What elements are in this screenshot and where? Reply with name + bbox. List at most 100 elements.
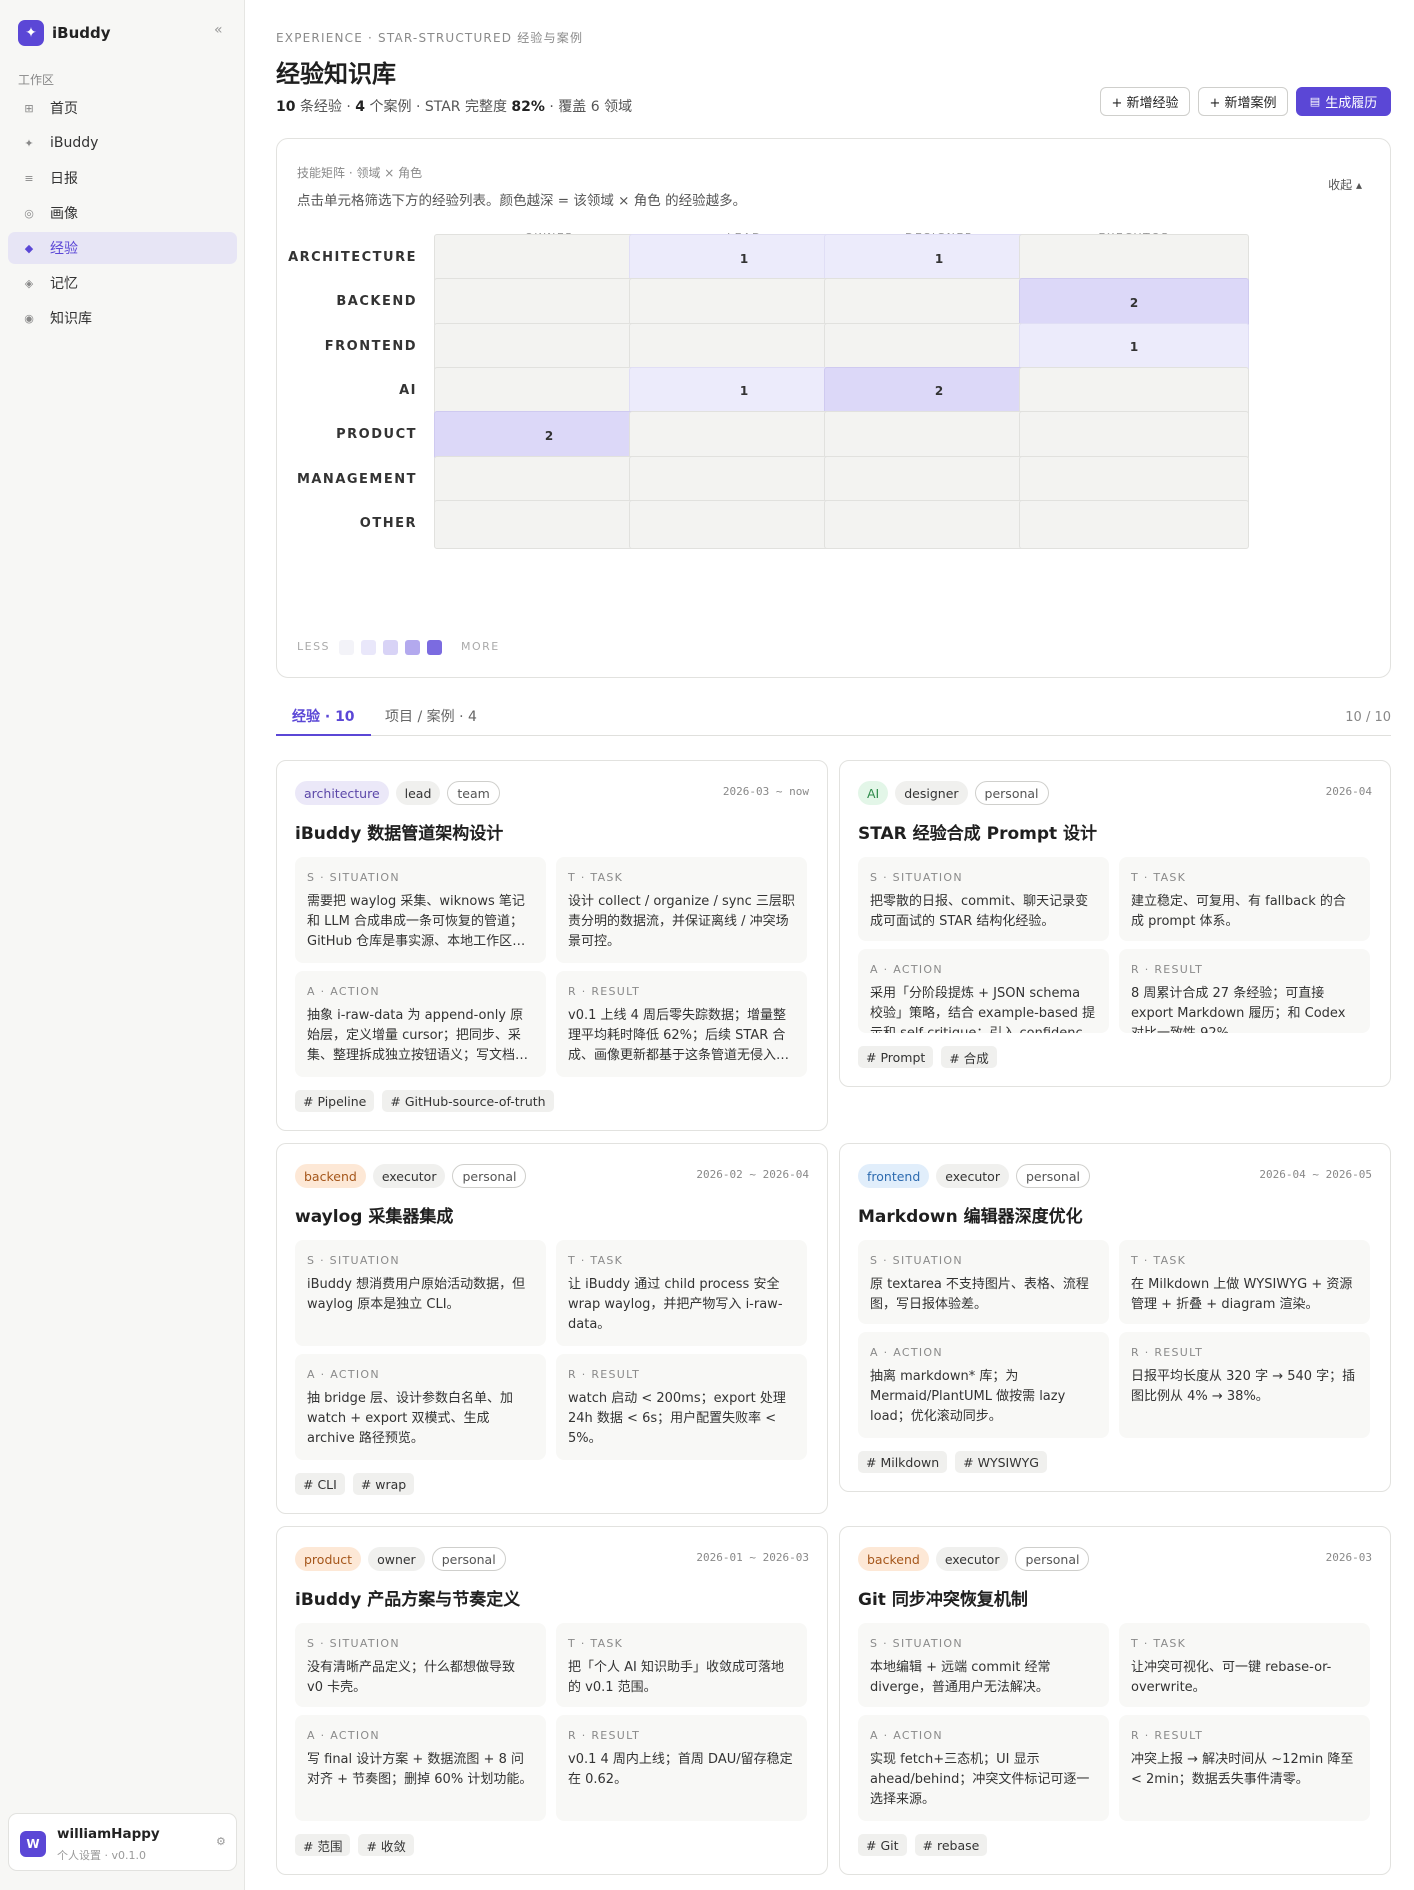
card-title[interactable]: iBuddy 数据管道架构设计 bbox=[295, 819, 503, 844]
star-s-box: S · SITUATION 把零散的日报、commit、聊天记录变成可面试的 ST… bbox=[858, 857, 1109, 941]
star-t-text: 在 Milkdown 上做 WYSIWYG + 资源管理 + 折叠 + diag… bbox=[1131, 1277, 1353, 1312]
star-a-box: A · ACTION 采用「分阶段提炼 + JSON schema 校验」策略，结… bbox=[858, 949, 1109, 1033]
experience-card[interactable]: product owner personal 2026-01 ~ 2026-03 iBu… bbox=[276, 1526, 828, 1875]
experience-card[interactable]: backend executor personal 2026-02 ~ 2026-04… bbox=[276, 1143, 828, 1514]
card-hashtags: # Milkdown # WYSIWYG bbox=[858, 1451, 1047, 1473]
domain-badge[interactable]: product bbox=[295, 1547, 362, 1571]
matrix-cell[interactable] bbox=[1019, 366, 1249, 416]
card-title[interactable]: Markdown 编辑器深度优化 bbox=[858, 1202, 1083, 1227]
star-t-text: 建立稳定、可复用、有 fallback 的合成 prompt 体系。 bbox=[1131, 894, 1346, 929]
star-r-label: R · RESULT bbox=[568, 1368, 641, 1381]
hashtag[interactable]: # Pipeline bbox=[295, 1090, 375, 1112]
card-tags: AI designer personal bbox=[858, 781, 1049, 805]
sidebar-item-0[interactable]: ⊞ 首页 bbox=[8, 92, 237, 124]
hashtag[interactable]: # 范围 bbox=[295, 1834, 351, 1856]
card-date: 2026-04 bbox=[1325, 785, 1372, 798]
sidebar-item-6[interactable]: ◉ 知识库 bbox=[8, 302, 237, 334]
star-a-box: A · ACTION 抽象 i-raw-data 为 append-only 原始… bbox=[295, 971, 546, 1077]
scope-badge[interactable]: personal bbox=[1015, 1547, 1090, 1571]
matrix-collapse-button[interactable]: 收起 ▴ bbox=[1328, 176, 1362, 193]
domain-badge[interactable]: backend bbox=[295, 1164, 366, 1188]
tab-projects[interactable]: 项目 / 案例 · 4 bbox=[385, 706, 477, 736]
hashtag[interactable]: # rebase bbox=[914, 1834, 988, 1856]
tab-experience[interactable]: 经验 · 10 bbox=[276, 706, 371, 736]
user-card[interactable]: W williamHappy 个人设置 · v0.1.0 ⚙ bbox=[8, 1813, 237, 1871]
legend-swatch bbox=[405, 640, 420, 655]
star-s-box: S · SITUATION 原 textarea 不支持图片、表格、流程图，写日报… bbox=[858, 1240, 1109, 1324]
hashtag[interactable]: # wrap bbox=[352, 1473, 415, 1495]
star-s-box: S · SITUATION 本地编辑 + 远端 commit 经常 diverge… bbox=[858, 1623, 1109, 1707]
star-s-box: S · SITUATION 没有清晰产品定义；什么都想做导致 v0 卡壳。 bbox=[295, 1623, 546, 1707]
scope-badge[interactable]: personal bbox=[974, 781, 1049, 805]
sparkle-logo-icon: ✦ bbox=[18, 20, 44, 46]
role-badge[interactable]: designer bbox=[895, 781, 968, 805]
card-date: 2026-03 bbox=[1325, 1551, 1372, 1564]
card-title[interactable]: waylog 采集器集成 bbox=[295, 1202, 453, 1227]
result-count: 10 / 10 bbox=[1345, 710, 1391, 725]
star-a-box: A · ACTION 写 final 设计方案 + 数据流图 + 8 问对齐 + … bbox=[295, 1715, 546, 1821]
role-badge[interactable]: executor bbox=[372, 1164, 446, 1188]
skill-matrix: 技能矩阵 · 领域 × 角色 点击单元格筛选下方的经验列表。颜色越深 = 该领域… bbox=[276, 138, 1391, 678]
matrix-cell[interactable] bbox=[1019, 234, 1249, 283]
matrix-cell[interactable]: 1 bbox=[1019, 322, 1249, 372]
hashtag[interactable]: # 收敛 bbox=[358, 1834, 414, 1856]
hashtag[interactable]: # Milkdown bbox=[858, 1451, 948, 1473]
card-title[interactable]: STAR 经验合成 Prompt 设计 bbox=[858, 819, 1097, 844]
add-experience-button[interactable]: + 新增经验 bbox=[1100, 87, 1190, 116]
sidebar-item-3[interactable]: ◎ 画像 bbox=[8, 197, 237, 229]
role-badge[interactable]: owner bbox=[368, 1547, 425, 1571]
matrix-cell[interactable] bbox=[1019, 499, 1249, 549]
star-s-label: S · SITUATION bbox=[870, 871, 963, 884]
experience-card[interactable]: architecture lead team 2026-03 ~ now iBuddy … bbox=[276, 760, 828, 1131]
domain-badge[interactable]: architecture bbox=[295, 781, 389, 805]
experience-card[interactable]: backend executor personal 2026-03 Git 同步冲突恢复… bbox=[839, 1526, 1391, 1875]
sidebar-item-5[interactable]: ◈ 记忆 bbox=[8, 267, 237, 299]
star-t-box: T · TASK 设计 collect / organize / sync 三层职… bbox=[556, 857, 807, 963]
add-case-button[interactable]: + 新增案例 bbox=[1198, 87, 1288, 116]
card-title[interactable]: iBuddy 产品方案与节奏定义 bbox=[295, 1585, 520, 1610]
star-r-text: watch 启动 < 200ms；export 处理 24h 数据 < 6s；用… bbox=[568, 1391, 786, 1446]
star-r-text: 8 周累计合成 27 条经验；可直接 export Markdown 履历；和 … bbox=[1131, 986, 1346, 1033]
brand[interactable]: ✦ iBuddy bbox=[18, 20, 111, 46]
domain-badge[interactable]: AI bbox=[858, 781, 889, 805]
collapse-sidebar-icon[interactable]: « bbox=[214, 22, 223, 38]
scope-badge[interactable]: personal bbox=[452, 1164, 527, 1188]
role-badge[interactable]: lead bbox=[395, 781, 441, 805]
star-r-box: R · RESULT 冲突上报 → 解决时间从 ~12min 降至 < 2min；… bbox=[1119, 1715, 1370, 1821]
scope-badge[interactable]: team bbox=[447, 781, 500, 805]
star-t-text: 把「个人 AI 知识助手」收敛成可落地的 v0.1 范围。 bbox=[568, 1660, 784, 1695]
star-t-box: T · TASK 在 Milkdown 上做 WYSIWYG + 资源管理 + 折… bbox=[1119, 1240, 1370, 1324]
role-badge[interactable]: executor bbox=[935, 1547, 1009, 1571]
matrix-cell[interactable] bbox=[1019, 411, 1249, 461]
hashtag[interactable]: # WYSIWYG bbox=[955, 1451, 1047, 1473]
hashtag[interactable]: # CLI bbox=[295, 1473, 345, 1495]
page-title: 经验知识库 bbox=[276, 60, 396, 88]
matrix-cell[interactable]: 2 bbox=[1019, 278, 1249, 328]
star-t-text: 让 iBuddy 通过 child process 安全 wrap waylog… bbox=[568, 1277, 783, 1332]
page-stats: 10 条经验 · 4 个案例 · STAR 完整度 82% · 覆盖 6 领域 bbox=[276, 96, 632, 116]
scope-badge[interactable]: personal bbox=[1015, 1164, 1090, 1188]
hashtag[interactable]: # Prompt bbox=[858, 1046, 934, 1068]
role-badge[interactable]: executor bbox=[936, 1164, 1009, 1188]
hashtag[interactable]: # GitHub-source-of-truth bbox=[382, 1090, 554, 1112]
sidebar-item-1[interactable]: ✦ iBuddy bbox=[8, 127, 237, 159]
experience-card[interactable]: AI designer personal 2026-04 STAR 经验合成 Promp… bbox=[839, 760, 1391, 1087]
domain-badge[interactable]: frontend bbox=[858, 1164, 930, 1188]
hashtag[interactable]: # 合成 bbox=[941, 1046, 997, 1068]
domain-badge[interactable]: backend bbox=[858, 1547, 929, 1571]
sidebar-item-2[interactable]: ≡ 日报 bbox=[8, 162, 237, 194]
experience-card[interactable]: frontend executor personal 2026-04 ~ 2026-0… bbox=[839, 1143, 1391, 1492]
card-title[interactable]: Git 同步冲突恢复机制 bbox=[858, 1585, 1028, 1610]
hashtag[interactable]: # Git bbox=[858, 1834, 907, 1856]
nav-icon: ◉ bbox=[24, 311, 34, 325]
matrix-row-header: MANAGEMENT bbox=[296, 471, 417, 487]
gear-icon[interactable]: ⚙ bbox=[216, 1835, 226, 1848]
sidebar-item-label: 首页 bbox=[50, 101, 78, 117]
matrix-cell[interactable] bbox=[1019, 455, 1249, 505]
star-r-text: v0.1 4 周内上线；首周 DAU/留存稳定在 0.62。 bbox=[568, 1752, 793, 1787]
matrix-row-header: PRODUCT bbox=[336, 427, 417, 443]
scope-badge[interactable]: personal bbox=[431, 1547, 506, 1571]
generate-resume-button[interactable]: ▤ 生成履历 bbox=[1296, 87, 1391, 116]
matrix-label: 技能矩阵 · 领域 × 角色 bbox=[297, 166, 423, 180]
sidebar-item-4[interactable]: ◆ 经验 bbox=[8, 232, 237, 264]
